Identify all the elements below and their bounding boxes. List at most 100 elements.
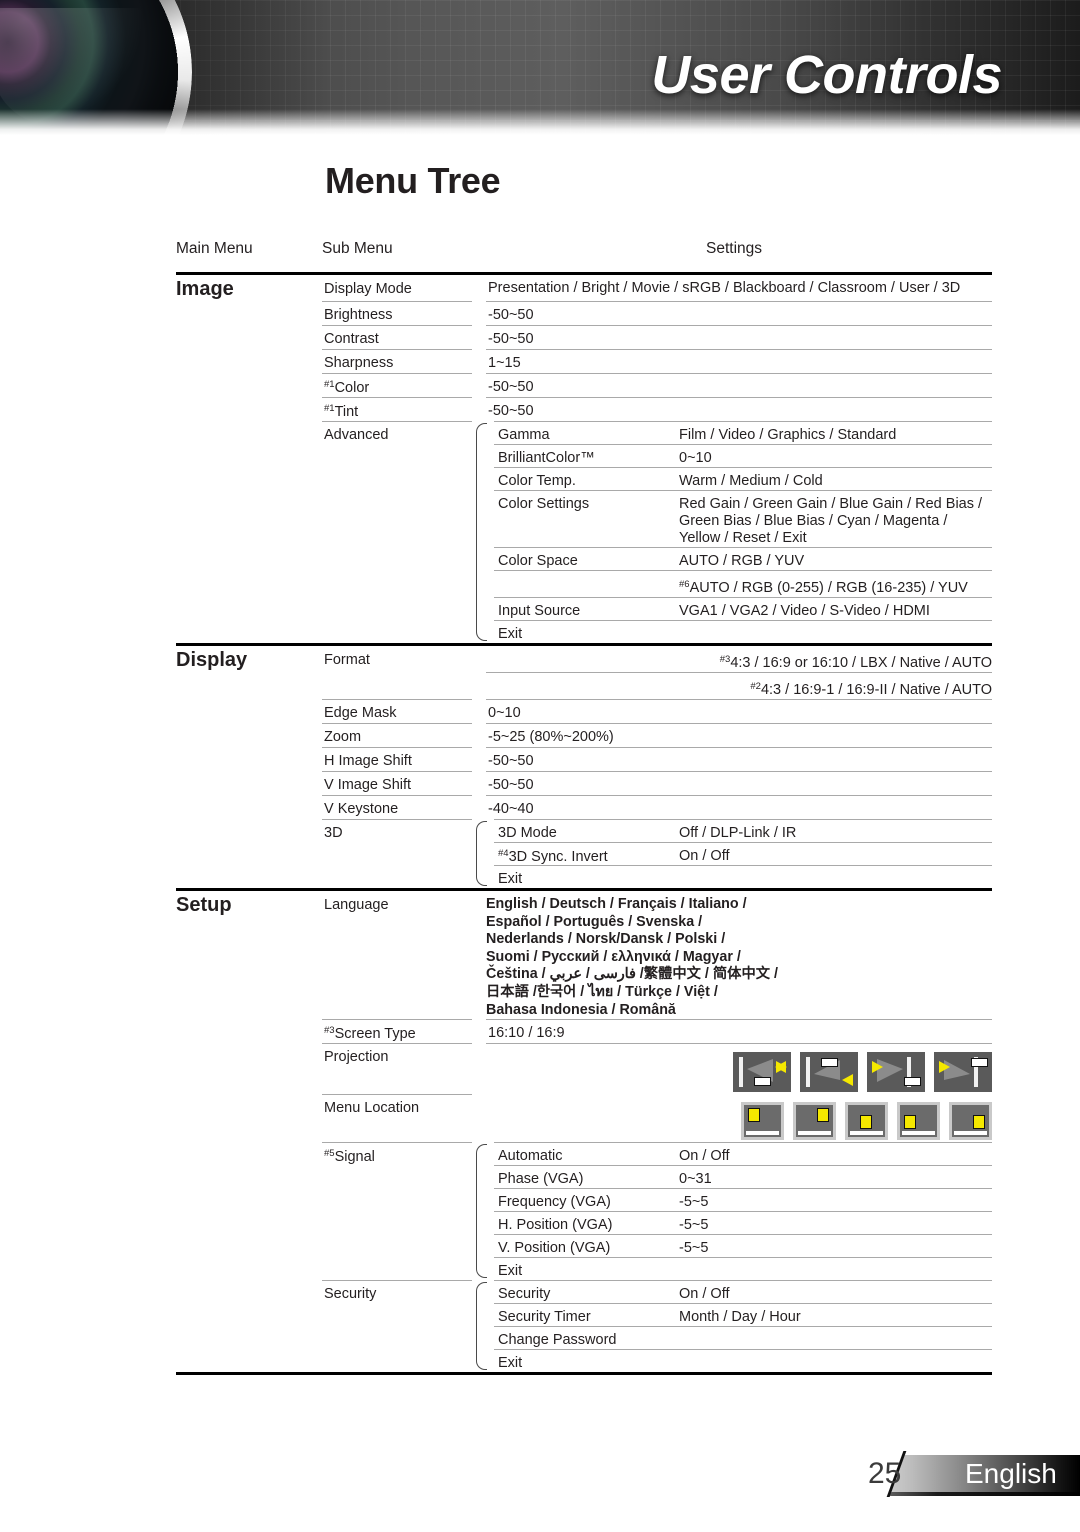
footnote-marker: #1 — [324, 403, 335, 414]
settings-cell: -50~50 — [486, 397, 992, 421]
sub-menu-cell: 3D — [322, 819, 472, 843]
sub-item-name: Change Password — [494, 1326, 679, 1348]
table-row: Display Format #34:3 / 16:9 or 16:10 / L… — [176, 646, 992, 672]
column-header-settings: Settings — [706, 240, 763, 257]
footer-language-label: English — [965, 1458, 1057, 1489]
sub-menu-cell: Sharpness — [322, 349, 472, 373]
sub-menu-cell: Contrast — [322, 325, 472, 349]
sub-menu-cell: Format — [322, 646, 472, 670]
threed-subtable: 3D Mode Off / DLP-Link / IR #43D Sync. I… — [472, 819, 992, 888]
signal-subtable: Automatic On / Off Phase (VGA) 0~31 Freq… — [472, 1142, 992, 1280]
sub-table-row: Phase (VGA) 0~31 — [494, 1165, 992, 1188]
table-row: #24:3 / 16:9-1 / 16:9-II / Native / AUTO — [176, 672, 992, 699]
sub-menu-label: Zoom — [324, 729, 362, 745]
sub-table-row: Security Timer Month / Day / Hour — [494, 1303, 992, 1326]
language-line: Bahasa Indonesia / Română — [486, 1001, 676, 1018]
sub-menu-cell: Edge Mask — [322, 699, 472, 723]
language-line: Español / Português / Svenska / — [486, 913, 703, 930]
sub-item-value: Film / Video / Graphics / Standard — [679, 421, 992, 444]
table-row-security: Security Security On / Off Security Time… — [176, 1280, 992, 1372]
main-menu-label-setup: Setup — [176, 894, 232, 916]
sub-item-value: Month / Day / Hour — [679, 1303, 992, 1326]
section-image: Image Display Mode Presentation / Bright… — [176, 275, 992, 643]
sub-item-name: #43D Sync. Invert — [494, 842, 679, 865]
page-footer: 25 English — [0, 1449, 1080, 1497]
sub-menu-label: Edge Mask — [324, 705, 397, 721]
sub-menu-label-security: Security — [324, 1286, 377, 1303]
sub-table-row: BrilliantColor™ 0~10 — [494, 444, 992, 467]
footnote-marker: #4 — [498, 848, 509, 859]
projection-front-ceiling-icon — [800, 1052, 858, 1093]
sub-menu-label: Display Mode — [324, 281, 412, 297]
sub-item-value: 0~31 — [679, 1165, 992, 1188]
sub-item-name — [494, 570, 679, 576]
menu-location-icon-strip — [741, 1099, 992, 1142]
sub-item-name: V. Position (VGA) — [494, 1234, 679, 1256]
table-row-menu-location: Menu Location — [176, 1094, 992, 1142]
sub-menu-label: Contrast — [324, 331, 379, 347]
main-menu-label-display: Display — [176, 649, 248, 671]
sub-menu-label: Sharpness — [324, 355, 394, 371]
sub-item-name: Automatic — [494, 1142, 679, 1164]
sub-item-name-exit: Exit — [494, 1257, 679, 1279]
sub-menu-label-menu-location: Menu Location — [324, 1100, 420, 1117]
sub-menu-label: Format — [324, 652, 370, 668]
brace-connector — [476, 821, 487, 886]
sub-item-value: Red Gain / Green Gain / Blue Gain / Red … — [679, 490, 992, 547]
main-menu-cell: Setup — [176, 891, 322, 917]
sub-menu-cell: H Image Shift — [322, 747, 472, 771]
settings-cell: 0~10 — [486, 699, 992, 723]
sub-table-row: Color Settings Red Gain / Green Gain / B… — [494, 490, 992, 547]
sub-menu-cell: #1Tint — [322, 397, 472, 421]
table-row: Brightness -50~50 — [176, 301, 992, 325]
footnote-marker: #3 — [719, 654, 731, 665]
sub-menu-cell: Menu Location — [322, 1094, 472, 1118]
sub-item-name: Security — [494, 1280, 679, 1302]
menu-tree-table: Main Menu Sub Menu Settings Image Displa… — [176, 234, 992, 1376]
table-row-projection: Projection — [176, 1043, 992, 1094]
settings-cell: -40~40 — [486, 795, 992, 819]
sub-menu-label-language: Language — [324, 897, 389, 913]
sub-menu-cell: Language — [322, 891, 472, 915]
sub-menu-label-3d: 3D — [324, 825, 343, 841]
sub-menu-cell: #5Signal — [322, 1142, 472, 1166]
sub-table-row: V. Position (VGA) -5~5 — [494, 1234, 992, 1257]
sub-item-name-exit: Exit — [494, 865, 679, 887]
sub-item-value: Warm / Medium / Cold — [679, 467, 992, 490]
table-row: Zoom -5~25 (80%~200%) — [176, 723, 992, 747]
footnote-marker: #5 — [324, 1148, 335, 1160]
sub-item-value: -5~5 — [679, 1234, 992, 1257]
table-row-screen-type: #3Screen Type 16:10 / 16:9 — [176, 1019, 992, 1043]
main-menu-cell: Display — [176, 646, 322, 672]
sub-table-row: Change Password — [494, 1326, 992, 1349]
settings-cell: -50~50 — [486, 747, 992, 771]
table-row: V Image Shift -50~50 — [176, 771, 992, 795]
table-bottom-rule — [176, 1372, 992, 1376]
sub-item-value: AUTO / RGB / YUV — [679, 547, 992, 570]
column-header-main-menu: Main Menu — [176, 240, 253, 257]
sub-menu-cell: Display Mode — [322, 275, 472, 299]
sub-item-value: On / Off — [679, 1142, 992, 1165]
sub-menu-label: H Image Shift — [324, 753, 412, 769]
language-list: English / Deutsch / Français / Italiano … — [486, 896, 992, 1019]
section-setup: Setup Language English / Deutsch / Franç… — [176, 891, 992, 1372]
footer-bar-shadow — [876, 1492, 1080, 1496]
sub-item-value — [679, 1257, 992, 1263]
sub-item-value: Off / DLP-Link / IR — [679, 819, 992, 842]
sub-item-value — [679, 1326, 992, 1332]
column-header-sub-menu: Sub Menu — [322, 240, 393, 257]
sub-item-value: On / Off — [679, 842, 992, 865]
settings-cell: -5~25 (80%~200%) — [486, 723, 992, 747]
sub-menu-label-advanced: Advanced — [324, 427, 389, 443]
menu-position-top-right-icon — [793, 1102, 836, 1141]
sub-table-row: Exit — [494, 1257, 992, 1280]
sub-item-value: VGA1 / VGA2 / Video / S-Video / HDMI — [679, 597, 992, 620]
projection-rear-table-icon — [867, 1052, 925, 1093]
table-column-headers: Main Menu Sub Menu Settings — [176, 234, 992, 272]
sub-menu-label-signal: Signal — [334, 1149, 375, 1166]
footnote-marker: #6 — [679, 579, 690, 590]
sub-menu-label: V Keystone — [324, 801, 399, 817]
settings-cell: -50~50 — [486, 771, 992, 795]
sub-item-name: Security Timer — [494, 1303, 679, 1325]
menu-position-center-icon — [845, 1102, 888, 1141]
